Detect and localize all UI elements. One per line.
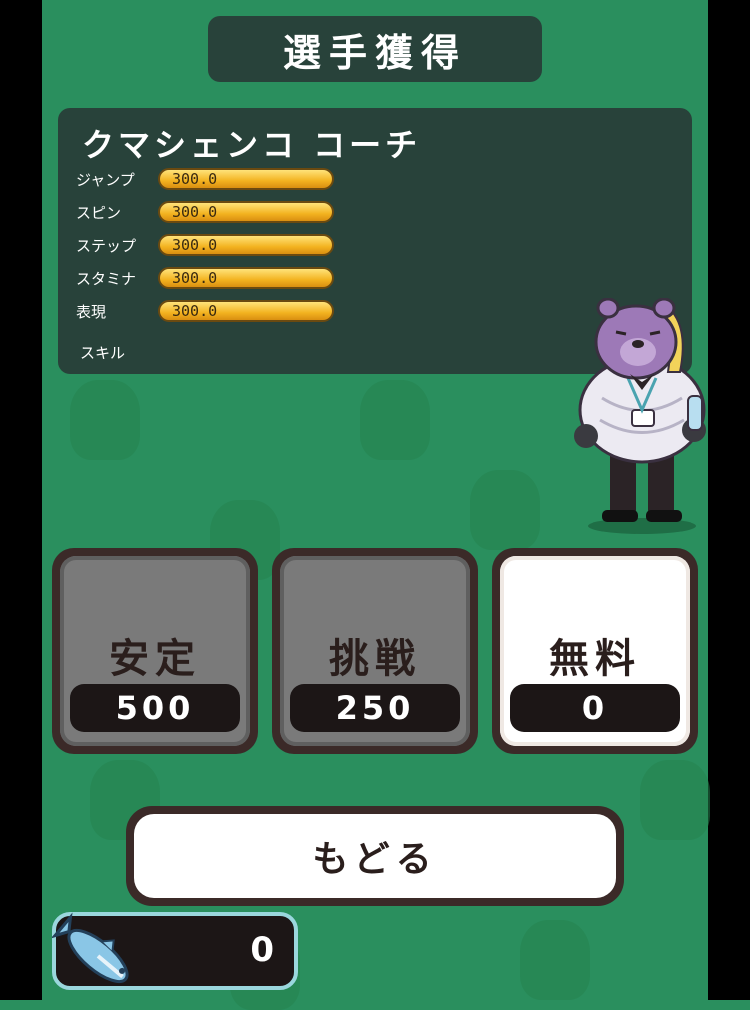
stat-value-bar: 300.0 [158, 267, 334, 289]
choice-free-button[interactable]: 無料 0 [492, 548, 698, 754]
choice-panel: 安定 500 [60, 556, 250, 746]
back-button-label: もどる [134, 814, 616, 898]
screen-title: 選手獲得 [208, 16, 542, 82]
stat-label: スピン [76, 203, 122, 222]
skill-label: スキル [80, 344, 126, 362]
stat-label: 表現 [76, 302, 107, 321]
background-bear-silhouette [470, 470, 540, 550]
stat-value-bar: 300.0 [158, 201, 334, 223]
choice-cost: 0 [510, 684, 680, 732]
currency-value: 0 [250, 930, 274, 970]
choice-challenge-button[interactable]: 挑戦 250 [272, 548, 478, 754]
letterbox-left [0, 0, 42, 1000]
choice-panel: 無料 0 [500, 556, 690, 746]
background-bear-silhouette [520, 920, 590, 1000]
stat-row-spin: スピン 300.0 [76, 197, 334, 227]
coach-bear-character [574, 298, 706, 534]
fish-icon [52, 912, 129, 984]
choice-label: 挑戦 [329, 636, 421, 682]
stat-label: ステップ [76, 236, 137, 255]
choice-cost: 250 [290, 684, 460, 732]
stat-value-bar: 300.0 [158, 234, 334, 256]
stat-label: スタミナ [76, 269, 137, 288]
background-bear-silhouette [640, 760, 710, 840]
stat-value-bar: 300.0 [158, 168, 334, 190]
choice-label: 安定 [109, 636, 201, 682]
stat-row-step: ステップ 300.0 [76, 230, 334, 260]
stat-row-jump: ジャンプ 300.0 [76, 164, 334, 194]
choice-cost: 500 [70, 684, 240, 732]
choice-stable-button[interactable]: 安定 500 [52, 548, 258, 754]
choice-label: 無料 [549, 636, 641, 682]
background-bear-silhouette [70, 380, 140, 460]
stat-value-bar: 300.0 [158, 300, 334, 322]
letterbox-right [708, 0, 750, 1000]
stat-row-stamina: スタミナ 300.0 [76, 263, 334, 293]
stat-label: ジャンプ [76, 170, 135, 189]
stat-row-expression: 表現 300.0 [76, 296, 334, 326]
coach-name: クマシェンコ コーチ [82, 126, 422, 164]
back-button[interactable]: もどる [126, 806, 624, 906]
fish-currency-counter: 0 [52, 912, 298, 990]
background-bear-silhouette [360, 380, 430, 460]
choice-panel: 挑戦 250 [280, 556, 470, 746]
